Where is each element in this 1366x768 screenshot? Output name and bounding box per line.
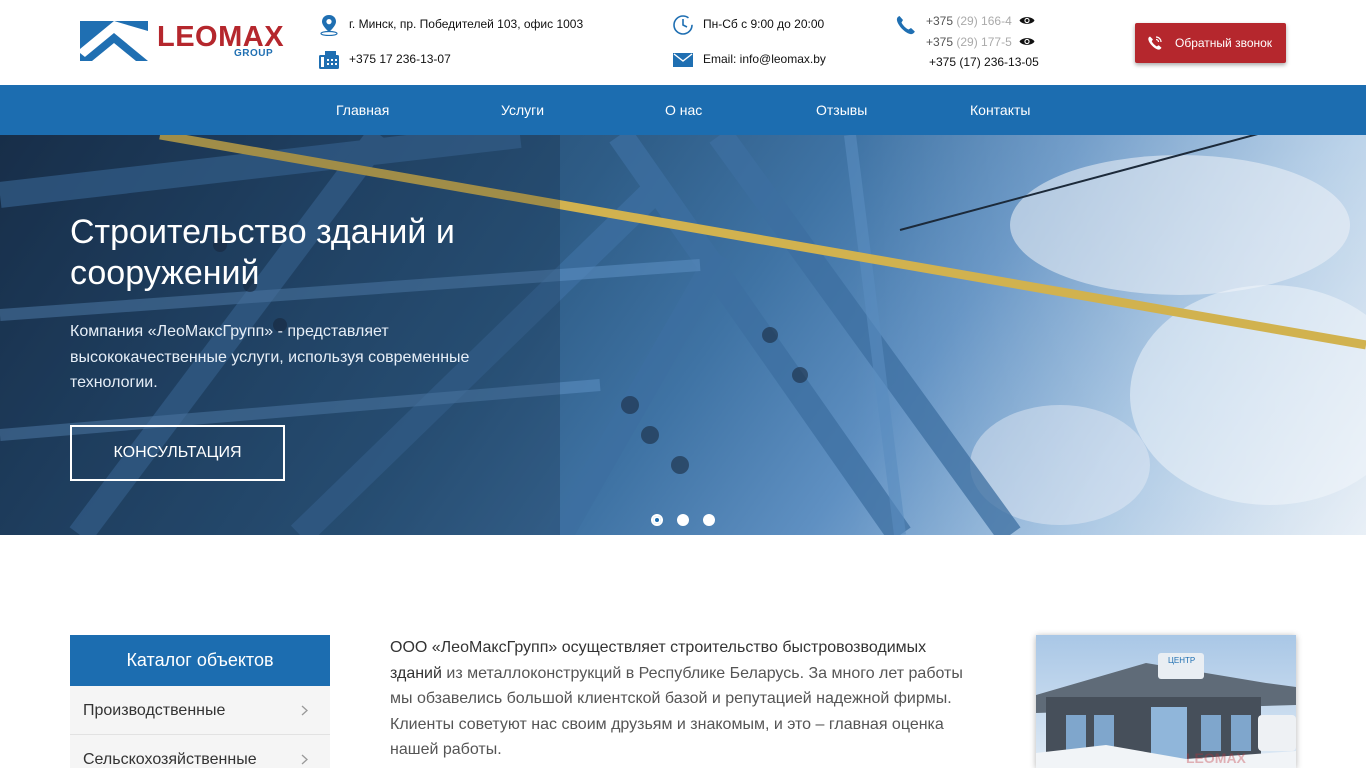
main-nav: Главная Услуги О нас Отзывы Контакты — [0, 85, 1366, 135]
object-photo[interactable]: ЦЕНТР LEOMAX — [1036, 635, 1296, 768]
catalog-item-industrial[interactable]: Производственные — [70, 686, 330, 735]
phone-prefix: +375 — [926, 35, 957, 49]
email-text[interactable]: Email: info@leomax.by — [703, 52, 826, 66]
mail-icon — [673, 53, 693, 67]
logo-sub: GROUP — [234, 48, 274, 59]
callback-button[interactable]: Обратный звонок — [1135, 23, 1286, 63]
site-header: LEOMAX GROUP г. Минск, пр. Победителей 1… — [0, 0, 1366, 85]
consultation-button[interactable]: КОНСУЛЬТАЦИЯ — [70, 425, 285, 481]
about-rest: из металлоконструкций в Республике Белар… — [390, 664, 963, 759]
nav-contacts[interactable]: Контакты — [970, 85, 1030, 135]
svg-text:LEOMAX: LEOMAX — [1186, 750, 1247, 766]
logo-mark-icon — [80, 21, 148, 61]
clock-icon — [673, 15, 693, 35]
nav-about[interactable]: О нас — [665, 85, 702, 135]
nav-services[interactable]: Услуги — [501, 85, 544, 135]
slider-dot[interactable] — [703, 514, 715, 526]
phone-hidden: (29) 177-5 — [956, 35, 1012, 49]
phone-full[interactable]: +375 (17) 236-13-05 — [929, 55, 1039, 69]
eye-icon[interactable] — [1019, 36, 1035, 47]
address-text: г. Минск, пр. Победителей 103, офис 1003 — [349, 17, 584, 31]
catalog-item-agricultural[interactable]: Сельскохозяйственные — [70, 735, 330, 768]
phone-icon — [896, 16, 915, 35]
catalog-item-label: Производственные — [83, 702, 226, 719]
phone-hidden: (29) 166-4 — [956, 14, 1012, 28]
chevron-right-icon — [301, 705, 308, 716]
chevron-right-icon — [301, 754, 308, 765]
logo[interactable]: LEOMAX GROUP — [80, 21, 284, 61]
nav-reviews[interactable]: Отзывы — [816, 85, 867, 135]
nav-home[interactable]: Главная — [336, 85, 389, 135]
about-text: ООО «ЛеоМаксГрупп» осуществляет строител… — [390, 635, 980, 763]
phone-row[interactable]: +375 (29) 166-4 — [926, 14, 1035, 28]
phone-prefix: +375 — [926, 14, 957, 28]
hours-text: Пн-Сб с 9:00 до 20:00 — [703, 17, 825, 31]
phone-row[interactable]: +375 (29) 177-5 — [926, 35, 1035, 49]
hero-title: Строительство зданий и сооружений — [70, 213, 455, 292]
phone-ring-icon — [1148, 36, 1162, 50]
map-pin-icon — [320, 15, 338, 36]
building-photo-image: ЦЕНТР LEOMAX — [1036, 635, 1296, 768]
fax-phone-text[interactable]: +375 17 236-13-07 — [349, 52, 451, 66]
callback-label: Обратный звонок — [1175, 36, 1273, 50]
sign-text: ЦЕНТР — [1168, 656, 1195, 665]
slider-dot[interactable] — [677, 514, 689, 526]
catalog-sidebar: Каталог объектов Производственные Сельск… — [70, 635, 330, 768]
hero-slider: Строительство зданий и сооружений Компан… — [0, 135, 1366, 535]
fax-icon — [319, 51, 339, 69]
catalog-title: Каталог объектов — [70, 635, 330, 686]
catalog-item-label: Сельскохозяйственные — [83, 751, 257, 768]
hero-text: Компания «ЛеоМаксГрупп» - представляет в… — [70, 323, 470, 391]
eye-icon[interactable] — [1019, 15, 1035, 26]
slider-dot[interactable] — [651, 514, 663, 526]
